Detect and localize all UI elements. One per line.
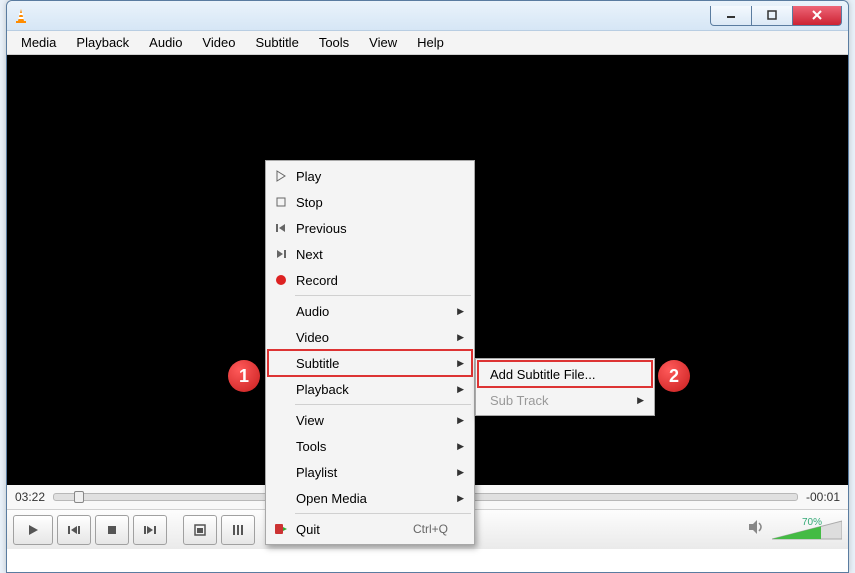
minimize-button[interactable] [710, 6, 752, 26]
separator [295, 404, 471, 405]
play-button[interactable] [13, 515, 53, 545]
ctx-audio[interactable]: Audio ▶ [268, 298, 472, 324]
sub-track[interactable]: Sub Track ▶ [478, 387, 652, 413]
chevron-right-icon: ▶ [457, 332, 464, 343]
chevron-right-icon: ▶ [457, 441, 464, 452]
ctx-audio-label: Audio [296, 304, 329, 319]
extended-settings-button[interactable] [221, 515, 255, 545]
menu-audio[interactable]: Audio [139, 33, 192, 52]
volume-slider[interactable]: 70% [772, 519, 842, 541]
sub-add-file-label: Add Subtitle File... [490, 367, 596, 382]
ctx-play[interactable]: Play [268, 163, 472, 189]
menu-video[interactable]: Video [192, 33, 245, 52]
stop-icon [273, 194, 289, 210]
ctx-open-media-label: Open Media [296, 491, 367, 506]
window-controls [710, 6, 848, 26]
ctx-next[interactable]: Next [268, 241, 472, 267]
separator [295, 295, 471, 296]
skip-back-button[interactable] [57, 515, 91, 545]
menu-view[interactable]: View [359, 33, 407, 52]
ctx-quit[interactable]: Quit Ctrl+Q [268, 516, 472, 542]
context-menu: Play Stop Previous Next Record Audio ▶ Vi… [265, 160, 475, 545]
chevron-right-icon: ▶ [457, 384, 464, 395]
ctx-record-label: Record [296, 273, 338, 288]
ctx-video-label: Video [296, 330, 329, 345]
volume-percent: 70% [802, 517, 822, 528]
quit-icon [273, 521, 289, 537]
menu-help[interactable]: Help [407, 33, 454, 52]
chevron-right-icon: ▶ [637, 395, 644, 406]
ctx-tools[interactable]: Tools ▶ [268, 433, 472, 459]
skip-forward-button[interactable] [133, 515, 167, 545]
ctx-previous[interactable]: Previous [268, 215, 472, 241]
ctx-subtitle-label: Subtitle [296, 356, 339, 371]
play-icon [273, 168, 289, 184]
elapsed-time: 03:22 [15, 490, 45, 504]
sub-add-file[interactable]: Add Subtitle File... [478, 361, 652, 387]
vlc-cone-icon [13, 8, 29, 24]
ctx-playlist[interactable]: Playlist ▶ [268, 459, 472, 485]
next-icon [273, 246, 289, 262]
chevron-right-icon: ▶ [457, 358, 464, 369]
annotation-badge-2: 2 [658, 360, 690, 392]
ctx-video[interactable]: Video ▶ [268, 324, 472, 350]
ctx-quit-shortcut: Ctrl+Q [413, 522, 448, 536]
ctx-view[interactable]: View ▶ [268, 407, 472, 433]
menu-media[interactable]: Media [11, 33, 66, 52]
ctx-record[interactable]: Record [268, 267, 472, 293]
ctx-playback[interactable]: Playback ▶ [268, 376, 472, 402]
menu-tools[interactable]: Tools [309, 33, 359, 52]
ctx-view-label: View [296, 413, 324, 428]
menu-playback[interactable]: Playback [66, 33, 139, 52]
menubar: Media Playback Audio Video Subtitle Tool… [7, 31, 848, 55]
chevron-right-icon: ▶ [457, 415, 464, 426]
chevron-right-icon: ▶ [457, 493, 464, 504]
remaining-time: -00:01 [806, 490, 840, 504]
titlebar [7, 1, 848, 31]
record-icon [273, 272, 289, 288]
previous-icon [273, 220, 289, 236]
ctx-next-label: Next [296, 247, 323, 262]
annotation-badge-1: 1 [228, 360, 260, 392]
close-button[interactable] [792, 6, 842, 26]
mute-icon[interactable] [748, 519, 766, 540]
ctx-quit-label: Quit [296, 522, 320, 537]
fullscreen-button[interactable] [183, 515, 217, 545]
ctx-open-media[interactable]: Open Media ▶ [268, 485, 472, 511]
ctx-stop[interactable]: Stop [268, 189, 472, 215]
subtitle-submenu: Add Subtitle File... Sub Track ▶ [475, 358, 655, 416]
ctx-subtitle[interactable]: Subtitle ▶ [268, 350, 472, 376]
ctx-playlist-label: Playlist [296, 465, 337, 480]
ctx-previous-label: Previous [296, 221, 347, 236]
stop-button[interactable] [95, 515, 129, 545]
maximize-button[interactable] [751, 6, 793, 26]
volume-area: 70% [748, 519, 842, 541]
seek-handle[interactable] [74, 491, 84, 503]
chevron-right-icon: ▶ [457, 467, 464, 478]
ctx-play-label: Play [296, 169, 321, 184]
ctx-playback-label: Playback [296, 382, 349, 397]
ctx-tools-label: Tools [296, 439, 326, 454]
ctx-stop-label: Stop [296, 195, 323, 210]
chevron-right-icon: ▶ [457, 306, 464, 317]
menu-subtitle[interactable]: Subtitle [245, 33, 308, 52]
separator [295, 513, 471, 514]
sub-track-label: Sub Track [490, 393, 549, 408]
